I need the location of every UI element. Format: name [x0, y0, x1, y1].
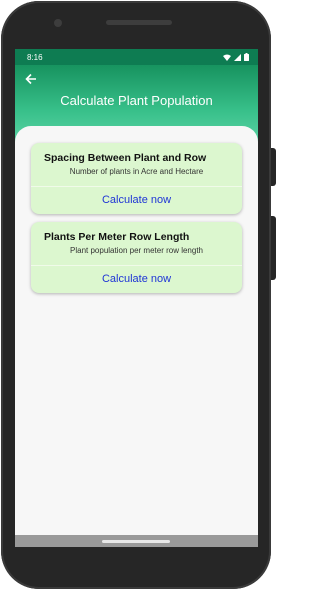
arrow-left-icon: [25, 73, 36, 85]
status-time: 8:16: [27, 52, 43, 62]
app-screen: 8:16 Calculate Plant Population Spacing …: [15, 49, 258, 547]
status-icons: [223, 53, 249, 61]
wifi-icon: [223, 54, 231, 61]
card-subtitle: Number of plants in Acre and Hectare: [69, 167, 204, 176]
page-title: Calculate Plant Population: [60, 93, 213, 108]
calculate-now-button[interactable]: Calculate now: [31, 266, 242, 293]
battery-icon: [244, 53, 249, 61]
home-gesture-pill[interactable]: [102, 540, 170, 543]
status-bar: 8:16: [15, 49, 258, 65]
card-title: Plants Per Meter Row Length: [44, 231, 190, 243]
card-plants-per-meter: Plants Per Meter Row Length Plant popula…: [31, 222, 242, 293]
back-button[interactable]: [25, 73, 37, 87]
front-camera: [54, 19, 62, 27]
content-panel: Spacing Between Plant and Row Number of …: [15, 126, 258, 535]
card-spacing-plant-row: Spacing Between Plant and Row Number of …: [31, 143, 242, 214]
card-title: Spacing Between Plant and Row: [44, 152, 207, 164]
power-button: [271, 148, 276, 186]
volume-button: [271, 216, 276, 280]
signal-icon: [234, 53, 241, 61]
card-subtitle: Plant population per meter row length: [70, 246, 203, 255]
phone-frame: 8:16 Calculate Plant Population Spacing …: [1, 1, 271, 589]
earpiece-speaker: [106, 20, 172, 25]
system-nav-bar: [15, 535, 258, 547]
calculate-now-button[interactable]: Calculate now: [31, 187, 242, 214]
